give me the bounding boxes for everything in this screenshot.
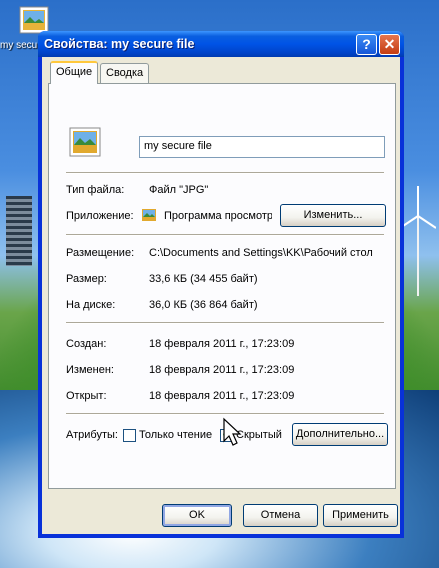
- mouse-cursor-icon: [223, 417, 242, 446]
- apply-button[interactable]: Применить: [323, 504, 398, 527]
- application-label: Приложение:: [66, 210, 134, 222]
- title-bar[interactable]: Свойства: my secure file ? ✕: [38, 31, 404, 57]
- location-label: Размещение:: [66, 247, 135, 259]
- cancel-button[interactable]: Отмена: [243, 504, 318, 527]
- size-on-disk-label: На диске:: [66, 299, 116, 311]
- close-icon: ✕: [383, 36, 396, 52]
- separator-4: [66, 413, 384, 415]
- help-icon: ?: [362, 36, 371, 52]
- tab-summary[interactable]: Сводка: [100, 63, 150, 83]
- accessed-label: Открыт:: [66, 390, 107, 402]
- wind-turbine-image: [400, 186, 436, 296]
- file-name-value: my secure file: [144, 140, 212, 152]
- created-value: 18 февраля 2011 г., 17:23:09: [149, 338, 295, 350]
- size-label: Размер:: [66, 273, 107, 285]
- location-value: C:\Documents and Settings\KK\Рабочий сто…: [149, 247, 373, 259]
- ok-button[interactable]: OK: [162, 504, 232, 527]
- separator-1: [66, 172, 384, 174]
- jpg-file-icon: [69, 127, 101, 157]
- window-title: Свойства: my secure file: [44, 37, 195, 51]
- modified-value: 18 февраля 2011 г., 17:23:09: [149, 364, 295, 376]
- modified-label: Изменен:: [66, 364, 114, 376]
- file-name-input[interactable]: my secure file: [139, 136, 385, 158]
- readonly-checkbox[interactable]: [123, 429, 136, 442]
- desktop-building: [6, 196, 32, 266]
- tab-general[interactable]: Общие: [50, 61, 99, 84]
- tab-summary-label: Сводка: [106, 67, 144, 79]
- accessed-value: 18 февраля 2011 г., 17:23:09: [149, 390, 295, 402]
- attributes-label: Атрибуты:: [66, 429, 118, 441]
- size-value: 33,6 КБ (34 455 байт): [149, 273, 258, 285]
- readonly-label[interactable]: Только чтение: [139, 429, 212, 441]
- separator-3: [66, 322, 384, 324]
- separator-2: [66, 234, 384, 236]
- advanced-button[interactable]: Дополнительно...: [292, 423, 388, 446]
- tab-general-label: Общие: [56, 66, 93, 78]
- change-app-button[interactable]: Изменить...: [280, 204, 386, 227]
- close-button[interactable]: ✕: [379, 34, 400, 55]
- file-type-value: Файл "JPG": [149, 184, 209, 196]
- created-label: Создан:: [66, 338, 107, 350]
- size-on-disk-value: 36,0 КБ (36 864 байт): [149, 299, 258, 311]
- dialog-client-area: Общие Сводка my secure file Тип файла: Ф…: [42, 57, 400, 534]
- help-button[interactable]: ?: [356, 34, 377, 55]
- viewer-app-icon: [142, 209, 156, 221]
- file-type-label: Тип файла:: [66, 184, 125, 196]
- properties-window: Свойства: my secure file ? ✕ Общие Сводк…: [38, 31, 404, 538]
- application-value: Программа просмотр: [164, 210, 272, 222]
